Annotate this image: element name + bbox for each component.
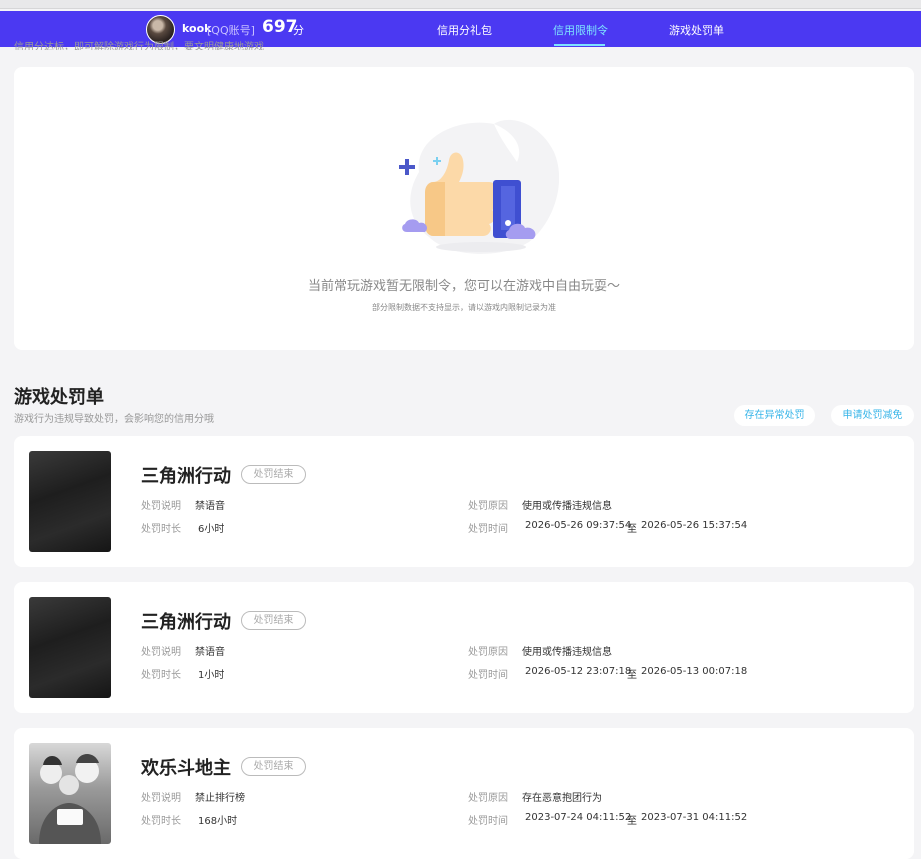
status-badge: 处罚结束 [241,757,306,776]
penalty-duration-value: 1小时 [198,670,225,681]
penalty-desc-value: 禁语音 [195,501,225,512]
empty-restriction-message: 当前常玩游戏暂无限制令，您可以在游戏中自由玩耍～ [307,279,620,294]
penalty-desc-label: 处罚说明 [141,501,181,512]
penalty-time-label: 处罚时间 [468,816,508,827]
penalty-reason-value: 存在恶意抱团行为 [522,793,602,804]
characters-illustration-icon [39,754,101,844]
game-title: 三角洲行动 [141,612,231,633]
penalty-desc-value: 禁语音 [195,647,225,658]
penalty-reason-label: 处罚原因 [468,647,508,658]
penalty-desc-label: 处罚说明 [141,793,181,804]
user-avatar[interactable] [146,15,175,44]
penalty-start-time: 2026-05-12 23:07:18 [525,666,632,677]
penalty-reason-value: 使用或传播违规信息 [522,501,612,512]
apply-penalty-reduction-button[interactable]: 申请处罚减免 [831,405,914,426]
penalty-duration-value: 168小时 [198,816,238,827]
penalty-duration-label: 处罚时长 [141,524,181,535]
nav-game-penalty[interactable]: 游戏处罚单 [669,22,724,38]
browser-top-bar [0,0,921,9]
penalty-duration-label: 处罚时长 [141,670,181,681]
penalty-reason-label: 处罚原因 [468,501,508,512]
penalty-reason-value: 使用或传播违规信息 [522,647,612,658]
penalty-end-time: 2026-05-26 15:37:54 [641,520,748,531]
penalty-end-time: 2026-05-13 00:07:18 [641,666,748,677]
game-title: 三角洲行动 [141,466,231,487]
game-thumbnail [29,743,111,844]
penalty-start-time: 2023-07-24 04:11:52 [525,812,632,823]
status-badge: 处罚结束 [241,611,306,630]
status-badge: 处罚结束 [241,465,306,484]
report-abnormal-penalty-button[interactable]: 存在异常处罚 [734,405,815,426]
penalty-card[interactable]: 三角洲行动 处罚结束 处罚说明 禁语音 处罚时长 1小时 处罚原因 使用或传播违… [14,582,914,713]
section-description-partial: 信用分达标，即可解除游戏行为限制，要文明健康地游戏 [14,42,264,50]
penalty-time-separator: 至 [627,816,637,827]
penalty-start-time: 2026-05-26 09:37:54 [525,520,632,531]
thumbs-up-illustration-icon [399,119,559,254]
game-title: 欢乐斗地主 [141,758,231,779]
penalty-card[interactable]: 三角洲行动 处罚结束 处罚说明 禁语音 处罚时长 6小时 处罚原因 使用或传播违… [14,436,914,567]
credit-score-unit: 分 [293,24,304,37]
penalty-time-label: 处罚时间 [468,670,508,681]
account-type: [QQ账号] [207,24,255,37]
penalty-desc-label: 处罚说明 [141,647,181,658]
penalty-time-separator: 至 [627,670,637,681]
nav-credit-restriction[interactable]: 信用限制令 [553,22,608,38]
penalty-end-time: 2023-07-31 04:11:52 [641,812,748,823]
restriction-panel: 当前常玩游戏暂无限制令，您可以在游戏中自由玩耍～ 部分限制数据不支持显示，请以游… [14,67,914,350]
penalty-time-label: 处罚时间 [468,524,508,535]
penalty-duration-value: 6小时 [198,524,225,535]
penalty-duration-label: 处罚时长 [141,816,181,827]
game-thumbnail [29,597,111,698]
empty-restriction-note: 部分限制数据不支持显示，请以游戏内限制记录为准 [372,303,556,312]
penalty-time-separator: 至 [627,524,637,535]
penalty-reason-label: 处罚原因 [468,793,508,804]
penalty-card[interactable]: 欢乐斗地主 处罚结束 处罚说明 禁止排行榜 处罚时长 168小时 处罚原因 存在… [14,728,914,859]
nav-credit-gift[interactable]: 信用分礼包 [437,22,492,38]
game-thumbnail [29,451,111,552]
penalty-section-description: 游戏行为违规导致处罚，会影响您的信用分哦 [14,414,214,425]
active-nav-indicator [554,44,605,46]
penalty-desc-value: 禁止排行榜 [195,793,245,804]
penalty-section-title: 游戏处罚单 [14,387,104,408]
